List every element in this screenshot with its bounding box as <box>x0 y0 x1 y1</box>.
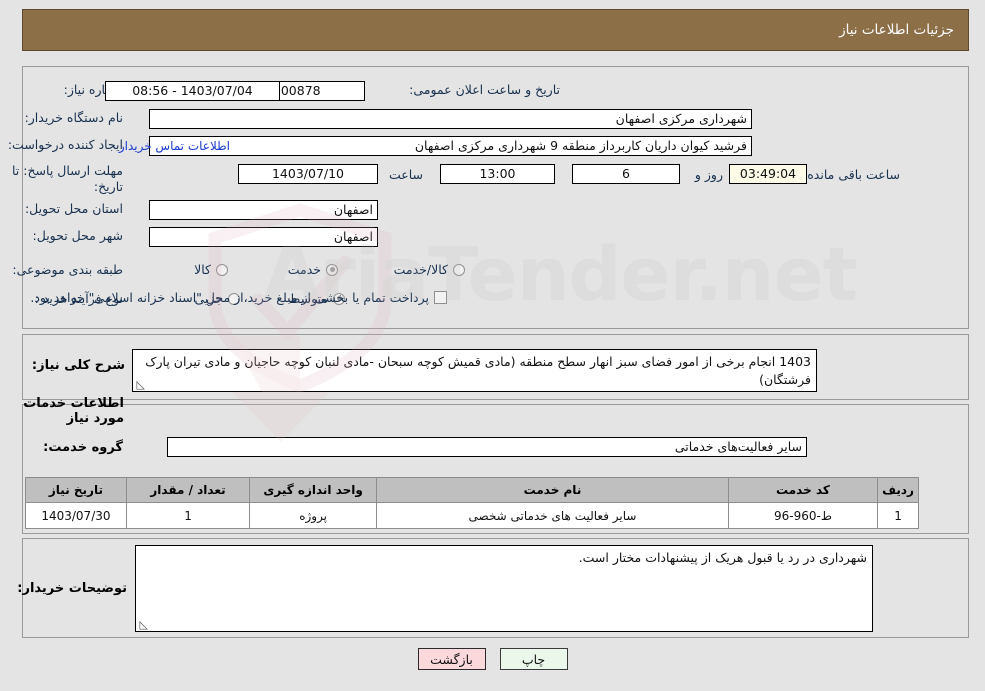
services-table: ردیف کد خدمت نام خدمت واحد اندازه گیری ت… <box>25 477 919 529</box>
cell-name: سایر فعالیت های خدماتی شخصی <box>376 502 729 529</box>
province-label: استان محل تحویل: <box>24 201 123 216</box>
radio-icon[interactable] <box>216 263 228 276</box>
treasury-bond-checkbox-group[interactable]: پرداخت تمام یا بخشی از مبلغ خرید،از محل … <box>30 290 447 305</box>
back-button[interactable]: بازگشت <box>417 648 486 670</box>
category-option-khedmat[interactable]: خدمت <box>288 262 338 277</box>
treasury-bond-label: پرداخت تمام یا بخشی از مبلغ خرید،از محل … <box>30 290 429 305</box>
column-header-date: تاریخ نیاز <box>25 477 127 503</box>
announce-datetime-label: تاریخ و ساعت اعلان عمومی: <box>409 82 560 97</box>
radio-icon[interactable] <box>326 263 338 276</box>
buyer-notes-value: شهرداری در رد یا قبول هریک از پیشنهادات … <box>578 550 867 565</box>
deadline-label: مهلت ارسال پاسخ: تا تاریخ: <box>12 163 123 194</box>
buyer-contact-link[interactable]: اطلاعات تماس خریدار <box>112 139 230 153</box>
cell-date: 1403/07/30 <box>25 502 127 529</box>
buyer-notes-textarea[interactable]: شهرداری در رد یا قبول هریک از پیشنهادات … <box>135 545 873 632</box>
buyer-org-value: شهرداری مرکزی اصفهان <box>149 109 752 129</box>
services-heading: اطلاعات خدمات مورد نیاز <box>23 396 124 426</box>
city-label: شهر محل تحویل: <box>32 228 123 243</box>
remaining-time-label: ساعت باقی مانده <box>807 167 900 182</box>
print-button[interactable]: چاپ <box>499 648 568 670</box>
category-label: طبقه بندی موضوعی: <box>12 262 123 277</box>
column-header-radif: ردیف <box>877 477 919 503</box>
remaining-days-value: 6 <box>572 164 680 184</box>
service-group-label: گروه خدمت: <box>43 440 123 455</box>
buyer-org-label: نام دستگاه خریدار: <box>24 110 123 125</box>
radio-icon[interactable] <box>453 263 465 276</box>
description-textarea[interactable]: 1403 انجام برخی از امور فضای سبز انهار س… <box>132 349 817 392</box>
buyer-notes-label: توضیحات خریدار: <box>17 581 127 596</box>
column-header-code: کد خدمت <box>727 477 879 503</box>
province-value: اصفهان <box>149 200 378 220</box>
resize-grip-icon[interactable]: ◺ <box>138 619 148 630</box>
description-label: شرح کلی نیاز: <box>31 358 125 373</box>
page-title-bar: جزئیات اطلاعات نیاز <box>22 9 969 51</box>
column-header-unit: واحد اندازه گیری <box>249 477 378 503</box>
category-option-kala-khedmat[interactable]: کالا/خدمت <box>394 262 465 277</box>
deadline-hour-label: ساعت <box>388 167 423 182</box>
service-group-value: سایر فعالیت‌های خدماتی <box>167 437 807 457</box>
category-option-kala[interactable]: کالا <box>194 262 228 277</box>
requester-label: ایجاد کننده درخواست: <box>7 137 123 152</box>
cell-unit: پروژه <box>249 502 378 529</box>
remaining-days-label: روز و <box>694 167 723 182</box>
cell-code: ط-960-96 <box>727 502 879 529</box>
checkbox-icon[interactable] <box>434 291 447 304</box>
column-header-quantity: تعداد / مقدار <box>125 477 251 503</box>
table-header-row: ردیف کد خدمت نام خدمت واحد اندازه گیری ت… <box>25 477 919 503</box>
announce-datetime-value: 1403/07/04 - 08:56 <box>105 81 280 101</box>
requester-value: فرشید کیوان داریان کاربرداز منطقه 9 شهرد… <box>149 136 752 156</box>
resize-grip-icon[interactable]: ◺ <box>135 379 145 390</box>
column-header-name: نام خدمت <box>376 477 729 503</box>
cell-radif: 1 <box>877 502 919 529</box>
action-button-bar: چاپ بازگشت <box>0 648 985 670</box>
remaining-time-value: 03:49:04 <box>729 164 807 184</box>
page-title: جزئیات اطلاعات نیاز <box>839 22 954 38</box>
cell-quantity: 1 <box>125 502 251 529</box>
deadline-date-value: 1403/07/10 <box>238 164 378 184</box>
city-value: اصفهان <box>149 227 378 247</box>
table-row: 1 ط-960-96 سایر فعالیت های خدماتی شخصی پ… <box>25 502 919 529</box>
description-value: 1403 انجام برخی از امور فضای سبز انهار س… <box>145 354 811 388</box>
deadline-hour-value: 13:00 <box>440 164 555 184</box>
